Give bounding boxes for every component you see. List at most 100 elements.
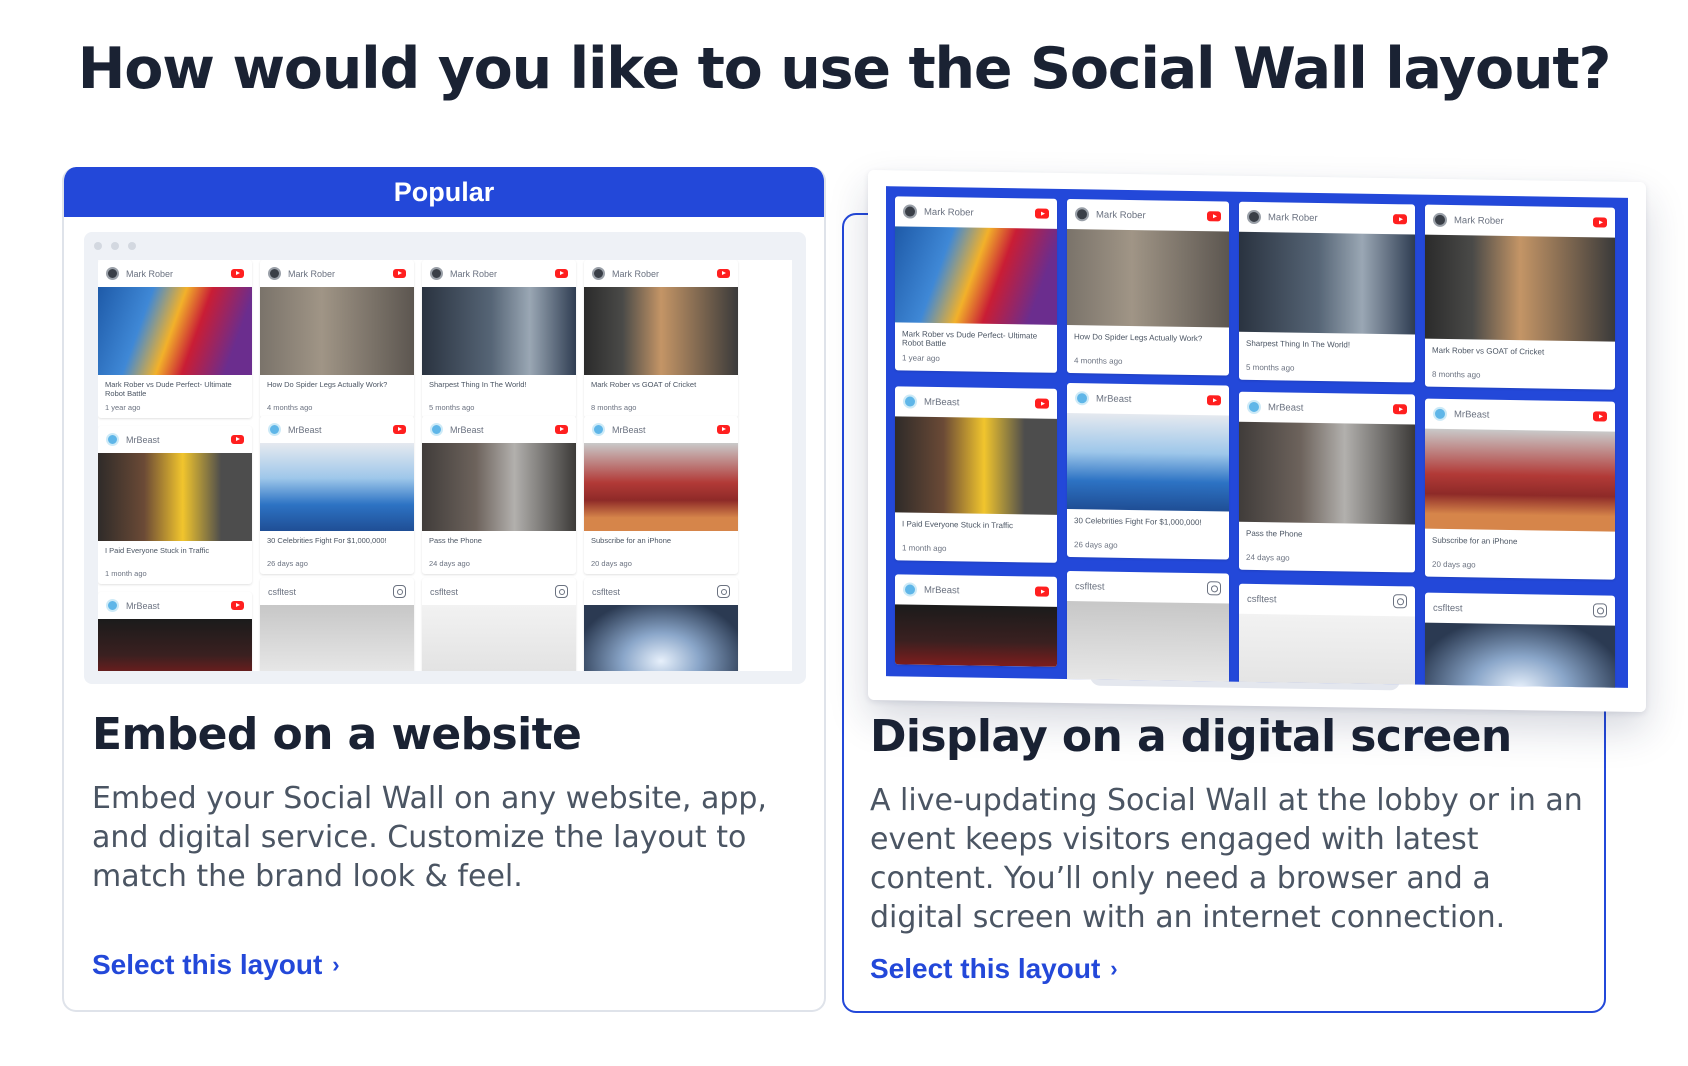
post-thumbnail xyxy=(1067,413,1229,512)
avatar xyxy=(1433,406,1447,421)
post-thumbnail xyxy=(1067,229,1229,328)
post-title: Subscribe for an iPhone xyxy=(591,536,672,545)
post-author: Mark Rober xyxy=(288,268,336,279)
post-thumbnail xyxy=(1425,234,1615,342)
avatar xyxy=(1075,391,1089,406)
avatar xyxy=(1247,209,1261,225)
post-author: MrBeast xyxy=(924,584,960,596)
youtube-icon xyxy=(717,425,730,434)
post-time: 5 months ago xyxy=(1246,362,1295,373)
post-title: I Paid Everyone Stuck in Traffic xyxy=(902,519,1014,531)
youtube-icon xyxy=(393,425,406,434)
post-card: MrBeast I Paid Everyone Stuck in Traffic… xyxy=(895,386,1057,563)
post-title: 30 Celebrities Fight For $1,000,000! xyxy=(267,536,387,545)
post-thumbnail xyxy=(584,605,738,671)
avatar xyxy=(430,267,443,280)
youtube-icon xyxy=(1207,395,1221,406)
post-title: Pass the Phone xyxy=(429,536,482,545)
post-card: csfltest xyxy=(584,578,738,671)
post-author: Mark Rober xyxy=(1268,211,1318,224)
post-time: 5 months ago xyxy=(429,403,475,412)
post-card: csfltest xyxy=(1067,571,1229,684)
instagram-icon xyxy=(1593,603,1607,618)
youtube-icon xyxy=(1207,211,1221,222)
post-card: MrBeast Subscribe for an iPhone 20 days … xyxy=(1425,398,1615,580)
post-card: Mark Rober Mark Rober vs Dude Perfect- U… xyxy=(98,260,252,418)
post-thumbnail xyxy=(98,287,252,375)
instagram-icon xyxy=(1207,581,1221,596)
post-card: Mark Rober Sharpest Thing In The World! … xyxy=(422,260,576,418)
popular-badge: Popular xyxy=(64,167,824,217)
avatar xyxy=(268,423,281,436)
chevron-right-icon: › xyxy=(332,952,340,977)
post-author: MrBeast xyxy=(612,424,646,435)
website-preview-browser: Mark Rober Mark Rober vs Dude Perfect- U… xyxy=(84,232,806,684)
post-time: 1 year ago xyxy=(902,353,940,364)
avatar xyxy=(430,423,443,436)
post-card: Mark Rober How Do Spider Legs Actually W… xyxy=(260,260,414,418)
post-author: Mark Rober xyxy=(924,206,974,219)
website-option-heading: Embed on a website xyxy=(92,709,582,760)
youtube-icon xyxy=(1593,217,1607,228)
post-author: MrBeast xyxy=(450,424,484,435)
avatar xyxy=(106,267,119,280)
post-card: csfltest xyxy=(260,578,414,671)
post-thumbnail xyxy=(98,453,252,541)
post-author: MrBeast xyxy=(1096,392,1132,405)
post-title: Mark Rober vs Dude Perfect- Ultimate Rob… xyxy=(105,380,232,398)
post-title: 30 Celebrities Fight For $1,000,000! xyxy=(1074,516,1202,528)
post-time: 4 months ago xyxy=(1074,356,1123,366)
post-thumbnail xyxy=(260,443,414,531)
youtube-icon xyxy=(1035,398,1049,409)
select-link-label: Select this layout xyxy=(870,953,1101,984)
post-thumbnail xyxy=(422,287,576,375)
youtube-icon xyxy=(555,425,568,434)
post-card: MrBeast I Paid Everyone Stuck in Traffic… xyxy=(98,426,252,584)
post-title: Mark Rober vs GOAT of Cricket xyxy=(591,380,697,389)
select-screen-layout-link[interactable]: Select this layout › xyxy=(870,953,1118,985)
post-thumbnail xyxy=(1239,421,1415,525)
post-author: Mark Rober xyxy=(612,268,660,279)
post-card: MrBeast 30 Celebrities Fight For $1,000,… xyxy=(1067,383,1229,560)
post-thumbnail xyxy=(895,416,1057,515)
post-title: How Do Spider Legs Actually Work? xyxy=(267,380,388,389)
post-thumbnail xyxy=(584,287,738,375)
post-card: Mark Rober Mark Rober vs GOAT of Cricket… xyxy=(584,260,738,418)
post-author: csfltest xyxy=(430,586,459,597)
post-author: MrBeast xyxy=(126,600,160,611)
website-layout-card[interactable]: Popular Mark Rober Mark Rober vs Dude Pe… xyxy=(62,167,826,1012)
post-card: csfltest xyxy=(422,578,576,671)
post-author: Mark Rober xyxy=(1454,214,1504,227)
post-time: 26 days ago xyxy=(267,559,308,568)
youtube-icon xyxy=(393,269,406,278)
post-time: 4 months ago xyxy=(267,403,313,412)
post-time: 8 months ago xyxy=(591,403,637,412)
youtube-icon xyxy=(231,269,244,278)
youtube-icon xyxy=(717,269,730,278)
post-author: csfltest xyxy=(1247,593,1277,605)
instagram-icon xyxy=(1393,594,1407,609)
post-thumbnail xyxy=(1239,231,1415,335)
post-author: MrBeast xyxy=(288,424,322,435)
post-time: 26 days ago xyxy=(1074,540,1118,550)
screen-option-heading: Display on a digital screen xyxy=(870,711,1512,762)
post-author: csfltest xyxy=(1433,602,1463,614)
post-time: 24 days ago xyxy=(1246,552,1290,563)
post-thumbnail xyxy=(422,443,576,531)
post-time: 1 month ago xyxy=(105,569,147,578)
post-thumbnail xyxy=(1425,428,1615,532)
post-thumbnail xyxy=(895,604,1057,667)
browser-window-dots xyxy=(94,242,136,250)
post-title: Sharpest Thing In The World! xyxy=(429,380,527,389)
select-website-layout-link[interactable]: Select this layout › xyxy=(92,949,340,981)
post-card: Mark Rober Sharpest Thing In The World! … xyxy=(1239,201,1415,383)
post-thumbnail xyxy=(422,605,576,671)
select-link-label: Select this layout xyxy=(92,949,323,980)
avatar xyxy=(903,394,917,409)
post-card: MrBeast Pass the Phone 24 days ago xyxy=(1239,391,1415,573)
post-title: Mark Rober vs Dude Perfect- Ultimate Rob… xyxy=(902,329,1038,349)
post-author: Mark Rober xyxy=(450,268,498,279)
post-card: csfltest xyxy=(1425,592,1615,688)
youtube-icon xyxy=(1035,208,1049,219)
post-thumbnail xyxy=(260,287,414,375)
